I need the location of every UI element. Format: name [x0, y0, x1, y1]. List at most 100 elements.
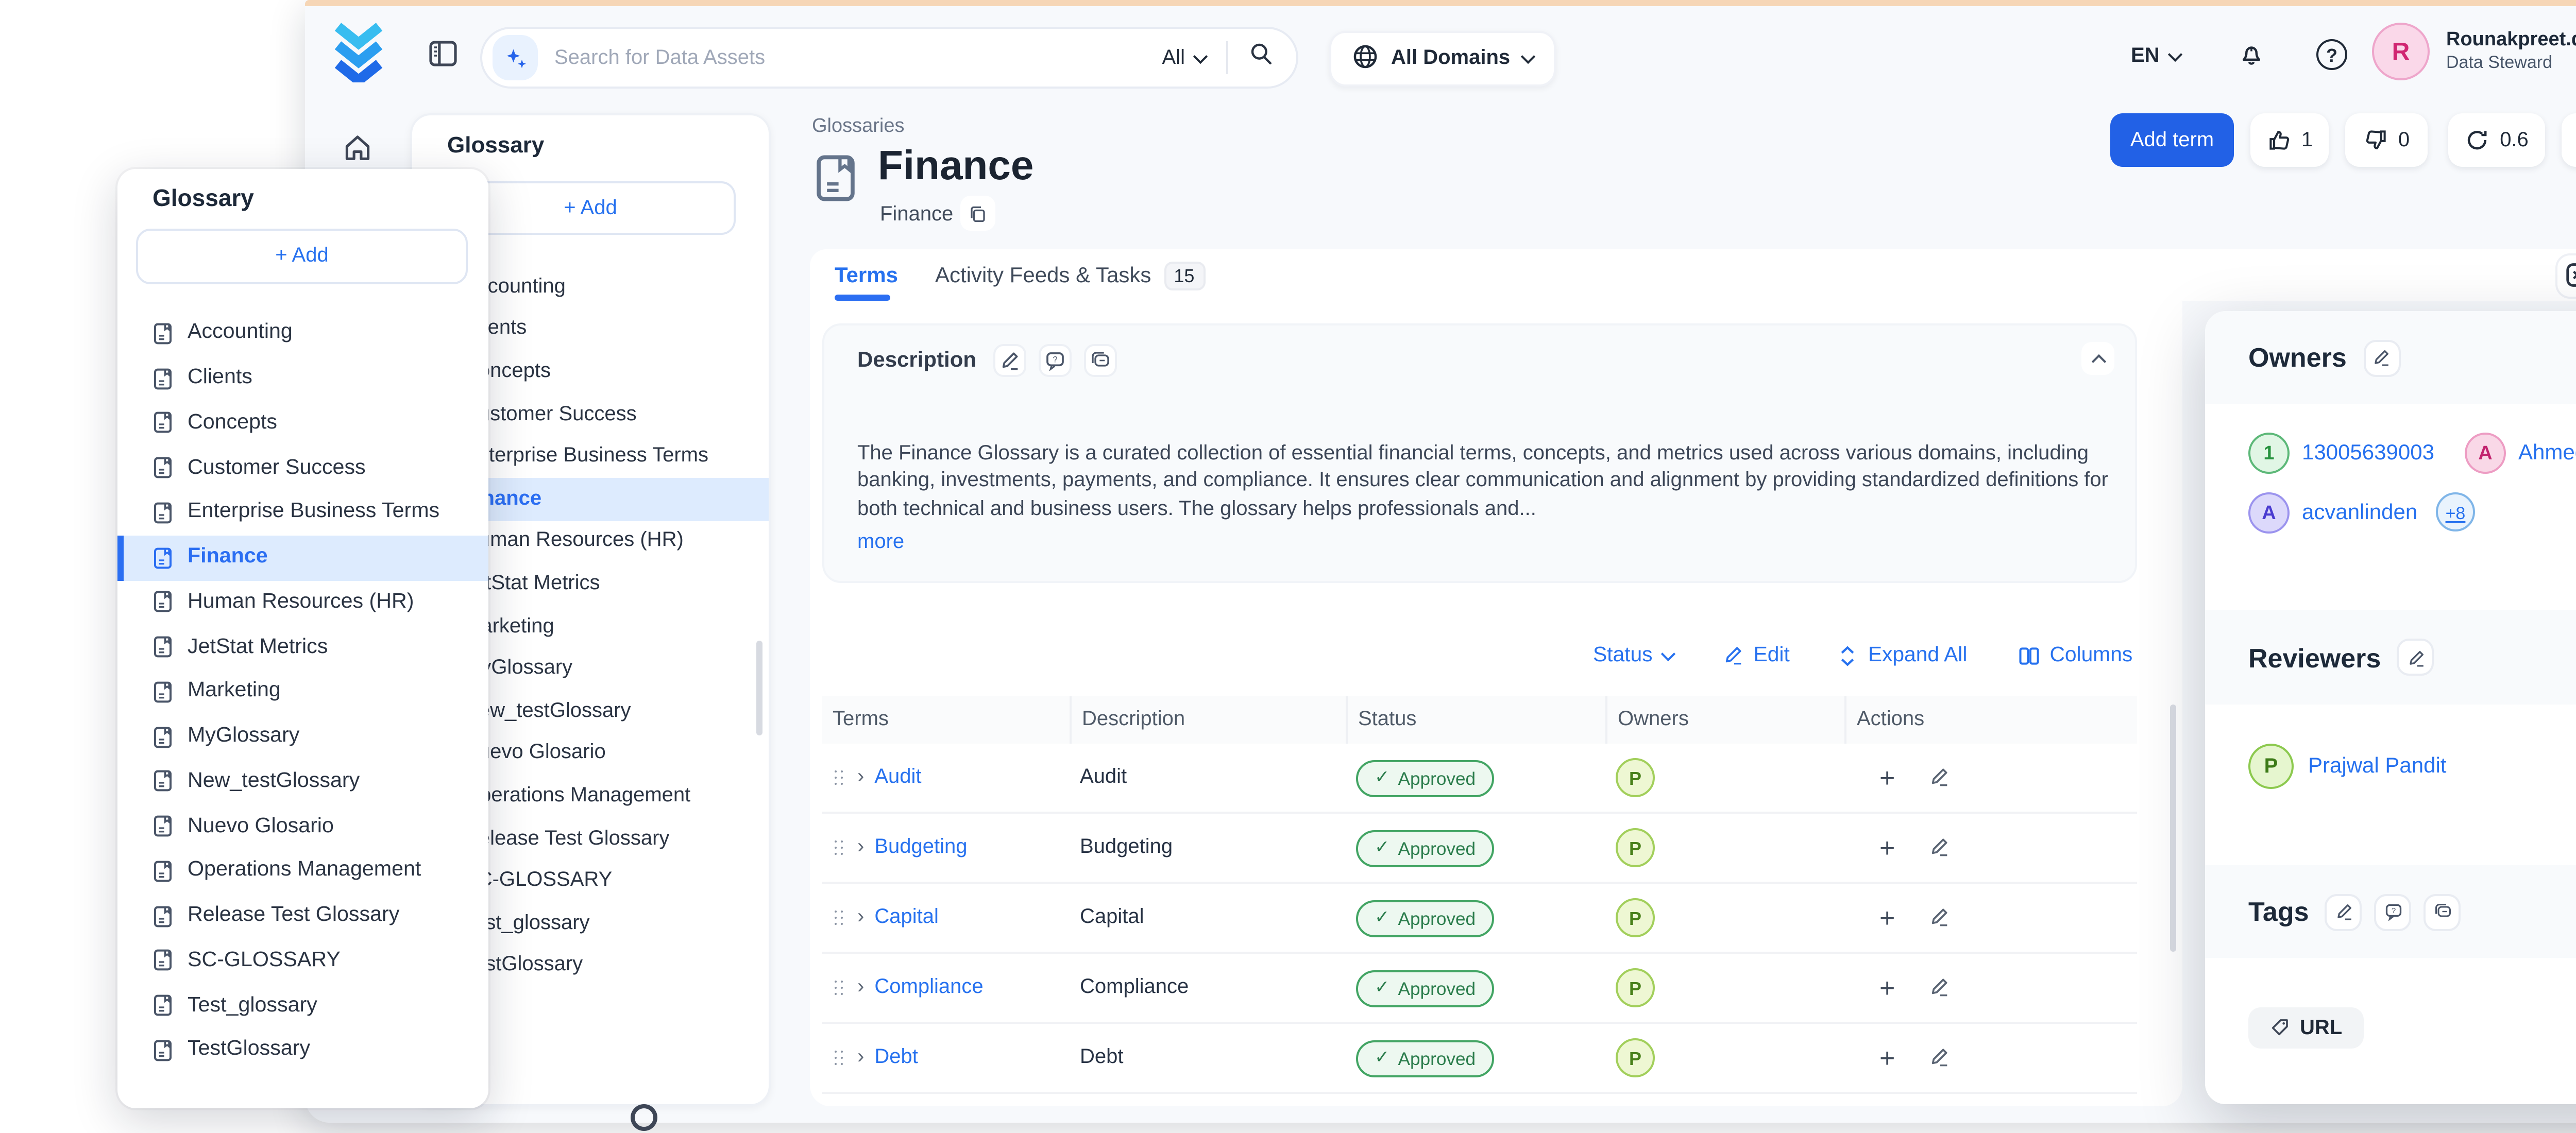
expand-all-button[interactable]: Expand All [1839, 644, 1968, 666]
popover-glossary-item[interactable]: Customer Success [117, 445, 488, 490]
more-owners-chip[interactable]: +8 [2436, 492, 2475, 531]
owner-link[interactable]: 13005639003 [2302, 441, 2434, 466]
popover-glossary-item[interactable]: Accounting [117, 311, 488, 356]
book-icon [152, 590, 173, 615]
drag-handle[interactable] [833, 1049, 845, 1067]
popover-glossary-item[interactable]: Release Test Glossary [117, 894, 488, 938]
floating-action-partial-icon[interactable] [631, 1104, 657, 1131]
home-icon[interactable] [342, 132, 373, 173]
popover-glossary-item[interactable]: Concepts [117, 401, 488, 445]
sidebar-toggle-icon[interactable] [429, 39, 457, 68]
tab-activity-feeds[interactable]: Activity Feeds & Tasks 15 [935, 261, 1205, 289]
book-icon [152, 725, 173, 749]
edit-tags-button[interactable] [2326, 893, 2363, 930]
expand-row-chevron[interactable]: › [857, 976, 864, 999]
edit-term-button[interactable] [1928, 899, 1948, 936]
popover-glossary-item[interactable]: Enterprise Business Terms [117, 490, 488, 535]
collapse-description-button[interactable] [2081, 342, 2114, 375]
edit-term-button[interactable] [1928, 829, 1948, 866]
edit-reviewers-button[interactable] [2397, 639, 2434, 676]
edit-description-button[interactable] [993, 344, 1026, 377]
popover-glossary-item[interactable]: Human Resources (HR) [117, 580, 488, 625]
term-link[interactable]: Compliance [874, 976, 983, 999]
status-filter-dropdown[interactable]: Status [1593, 644, 1673, 666]
edit-term-button[interactable] [1928, 969, 1948, 1006]
notifications-bell-icon[interactable] [2238, 39, 2265, 78]
popover-glossary-item[interactable]: TestGlossary [117, 1028, 488, 1073]
owner-link[interactable]: Ahmed Mohamed [2518, 441, 2576, 466]
popover-glossary-item[interactable]: Marketing [117, 670, 488, 714]
sidebar-add-glossary-button[interactable]: + Add [445, 181, 736, 235]
table-controls: Status Edit Expand All Columns [1593, 634, 2132, 676]
table-scrollbar[interactable] [2169, 705, 2176, 952]
add-child-term-button[interactable]: + [1879, 902, 1895, 933]
add-child-term-button[interactable]: + [1879, 1042, 1895, 1073]
expand-row-chevron[interactable]: › [857, 836, 864, 859]
sidebar-scrollbar[interactable] [756, 641, 762, 735]
term-link[interactable]: Budgeting [874, 836, 967, 859]
owner-avatar[interactable]: P [1616, 758, 1655, 797]
add-child-term-button[interactable]: + [1879, 762, 1895, 793]
owner-link[interactable]: acvanlinden [2302, 501, 2417, 525]
term-link[interactable]: Debt [874, 1046, 918, 1069]
help-icon[interactable]: ? [2316, 39, 2347, 70]
popover-glossary-item[interactable]: Test_glossary [117, 983, 488, 1028]
add-child-term-button[interactable]: + [1879, 832, 1895, 863]
all-domains-button[interactable]: All Domains [1329, 31, 1555, 87]
columns-button[interactable]: Columns [2016, 644, 2132, 666]
popover-glossary-item[interactable]: New_testGlossary [117, 759, 488, 804]
edit-term-button[interactable] [1928, 759, 1948, 796]
search-icon[interactable] [1249, 39, 1274, 76]
drag-handle[interactable] [833, 838, 845, 857]
owner-avatar[interactable]: P [1616, 968, 1655, 1007]
term-link[interactable]: Capital [874, 906, 939, 929]
bulk-edit-button[interactable]: Edit [1723, 644, 1790, 666]
tag-chip[interactable]: URL [2248, 1007, 2363, 1049]
drag-handle[interactable] [833, 978, 845, 997]
glossary-item-label: Operations Management [188, 860, 421, 883]
upvote-button[interactable]: 1 [2250, 113, 2329, 167]
request-description-icon[interactable]: ? [1038, 344, 1071, 377]
popover-glossary-item[interactable]: JetStat Metrics [117, 625, 488, 670]
collapse-right-panel-button[interactable] [2557, 254, 2576, 296]
expand-row-chevron[interactable]: › [857, 906, 864, 929]
glossary-item-label: Concepts [188, 412, 277, 435]
popover-glossary-item[interactable]: Finance [117, 535, 488, 580]
popover-glossary-item[interactable]: Operations Management [117, 849, 488, 894]
expand-row-chevron[interactable]: › [857, 1046, 864, 1069]
popover-glossary-item[interactable]: Nuevo Glosario [117, 804, 488, 849]
app-logo-icon[interactable] [330, 21, 387, 93]
search-scope-dropdown[interactable]: All [1162, 46, 1206, 69]
term-link[interactable]: Audit [874, 766, 921, 789]
more-actions-button[interactable] [2562, 113, 2576, 167]
drag-handle[interactable] [833, 908, 845, 927]
search-input[interactable] [538, 46, 1162, 69]
popover-glossary-item[interactable]: Clients [117, 356, 488, 401]
owner-avatar[interactable]: P [1616, 828, 1655, 867]
drag-handle[interactable] [833, 768, 845, 787]
user-menu[interactable]: R Rounakpreet.d Data Steward [2372, 23, 2576, 80]
description-more-link[interactable]: more [857, 531, 904, 554]
popover-glossary-item[interactable]: MyGlossary [117, 714, 488, 759]
breadcrumb[interactable]: Glossaries [812, 115, 905, 138]
edit-term-button[interactable] [1928, 1039, 1948, 1076]
copy-name-button[interactable] [960, 196, 995, 231]
downvote-button[interactable]: 0 [2345, 113, 2428, 167]
add-term-button[interactable]: Add term [2110, 113, 2234, 167]
owner-avatar[interactable]: P [1616, 1038, 1655, 1077]
owner-avatar[interactable]: P [1616, 898, 1655, 937]
language-selector[interactable]: EN [2131, 45, 2180, 68]
popover-glossary-item[interactable]: SC-GLOSSARY [117, 938, 488, 983]
expand-row-chevron[interactable]: › [857, 766, 864, 789]
request-tags-button[interactable]: ? [2375, 893, 2412, 930]
add-child-term-button[interactable]: + [1879, 972, 1895, 1003]
tags-conversations-button[interactable] [2425, 893, 2462, 930]
description-conversations-icon[interactable] [1083, 344, 1116, 377]
tab-terms[interactable]: Terms [835, 263, 898, 287]
reviewer-link[interactable]: Prajwal Pandit [2308, 754, 2447, 779]
popover-add-glossary-button[interactable]: + Add [136, 229, 468, 284]
glossary-item-label: Accounting [188, 322, 293, 345]
ai-sparkle-icon[interactable] [493, 35, 538, 80]
edit-owners-button[interactable] [2363, 339, 2400, 376]
version-button[interactable]: 0.6 [2448, 113, 2545, 167]
